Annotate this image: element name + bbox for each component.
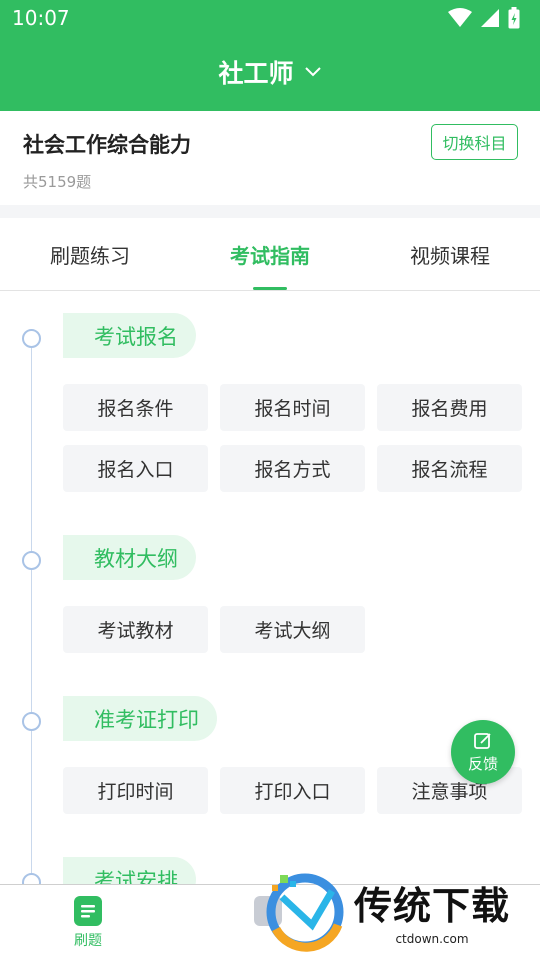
section-title: 考试安排 [63,857,196,884]
chip-exam-syllabus[interactable]: 考试大纲 [220,606,365,653]
guide-timeline[interactable]: 考试报名 报名条件 报名时间 报名费用 报名入口 报名方式 报名流程 教材大纲 … [0,291,540,884]
status-icons [448,6,520,30]
tab-label: 刷题练习 [50,243,130,268]
section-title: 教材大纲 [63,535,196,580]
tab-video-course[interactable]: 视频课程 [360,218,540,290]
document-icon [74,896,102,926]
chevron-down-icon [304,67,321,77]
timeline-line [31,337,32,884]
section-divider [0,205,540,218]
chip-grid: 报名条件 报名时间 报名费用 报名入口 报名方式 报名流程 [63,384,522,492]
page-title: 社工师 [218,59,294,88]
chip-registration-time[interactable]: 报名时间 [220,384,365,431]
question-count: 共5159题 [23,173,92,191]
tab-label: 视频课程 [410,243,490,268]
chip-grid: 打印时间 打印入口 注意事项 [63,767,522,814]
app-header: 10:07 社工师 [0,0,540,111]
chip-print-time[interactable]: 打印时间 [63,767,208,814]
watermark-url: ctdown.com [395,931,469,946]
tab-exam-guide[interactable]: 考试指南 [180,218,360,290]
chip-registration-method[interactable]: 报名方式 [220,445,365,492]
timeline-dot [22,712,41,731]
tab-indicator [253,287,287,290]
chip-registration-fee[interactable]: 报名费用 [377,384,522,431]
chip-registration-entry[interactable]: 报名入口 [63,445,208,492]
edit-icon [474,732,491,749]
section-title: 考试报名 [63,313,196,358]
tab-practice[interactable]: 刷题练习 [0,218,180,290]
chip-exam-textbook[interactable]: 考试教材 [63,606,208,653]
chip-registration-process[interactable]: 报名流程 [377,445,522,492]
watermark-logo: 传统下载 ctdown.com [262,860,540,960]
feedback-button[interactable]: 反馈 [451,720,515,784]
status-bar: 10:07 [0,0,540,36]
chip-print-entry[interactable]: 打印入口 [220,767,365,814]
status-time: 10:07 [12,6,70,30]
section-title: 准考证打印 [63,696,217,741]
feedback-label: 反馈 [467,754,498,773]
watermark-text: 传统下载 ctdown.com [354,875,510,946]
nav-label: 刷题 [74,933,102,949]
tab-label: 考试指南 [230,243,310,268]
exam-selector[interactable]: 社工师 [0,52,540,92]
timeline-dot [22,873,41,884]
wifi-icon [448,8,472,27]
signal-icon [481,9,499,27]
ctdown-logo-icon [266,873,344,952]
subject-card: 社会工作综合能力 共5159题 切换科目 [0,111,540,205]
battery-icon [508,7,520,29]
subject-name: 社会工作综合能力 [23,133,191,157]
chip-registration-conditions[interactable]: 报名条件 [63,384,208,431]
nav-item-practice[interactable]: 刷题 [72,895,104,950]
tab-bar: 刷题练习 考试指南 视频课程 [0,218,540,291]
chip-grid: 考试教材 考试大纲 [63,606,522,653]
watermark-title: 传统下载 [354,883,511,928]
timeline-dot [22,551,41,570]
switch-subject-button[interactable]: 切换科目 [431,124,518,160]
timeline-dot [22,329,41,348]
